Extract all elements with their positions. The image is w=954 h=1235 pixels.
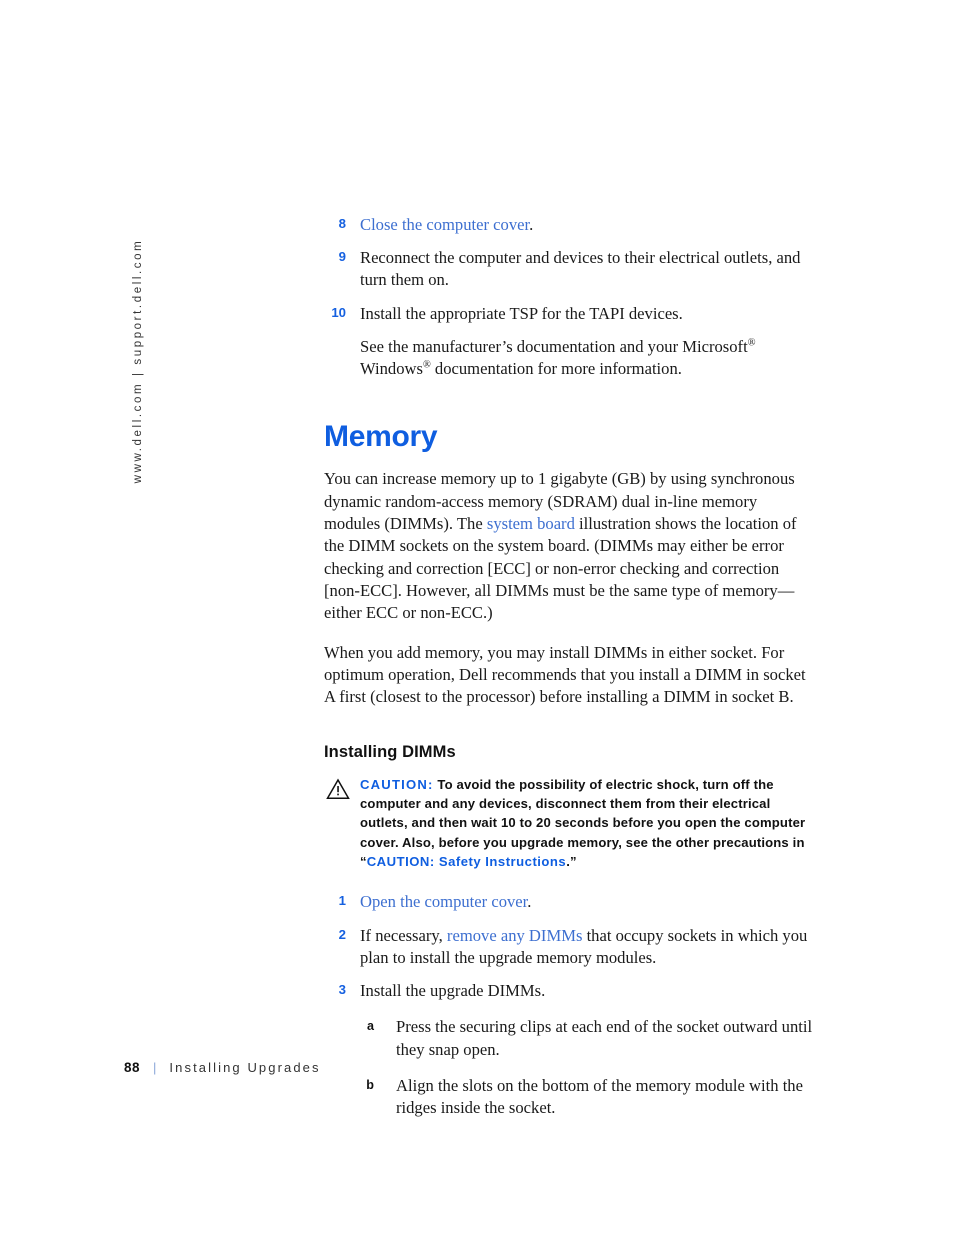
step-punctuation: .	[527, 892, 532, 912]
footer-chapter-label: Installing Upgrades	[169, 1060, 321, 1075]
caution-body-part-2: .”	[566, 854, 577, 870]
continuation-part-2: Windows	[360, 359, 423, 379]
registered-mark-icon: ®	[422, 359, 431, 371]
continuation-part-1: See the manufacturer’s documentation and…	[360, 336, 748, 356]
step-item: 8 Close the computer cover.	[324, 214, 816, 236]
substep-list: a Press the securing clips at each end o…	[324, 1016, 816, 1119]
footer-separator: |	[153, 1060, 157, 1075]
page-content: 8 Close the computer cover. 9 Reconnect …	[324, 214, 816, 1119]
footer-page-number: 88	[124, 1060, 141, 1075]
substep-letter: a	[366, 1019, 374, 1034]
installing-dimms-step-list: 1 Open the computer cover. 2 If necessar…	[324, 891, 816, 1119]
side-rail-url-text: www.dell.com | support.dell.com	[132, 238, 144, 484]
step-punctuation: .	[529, 215, 534, 234]
step-item: 10 Install the appropriate TSP for the T…	[324, 303, 816, 325]
continuation-part-3: documentation for more information.	[430, 359, 682, 379]
step-text: Install the upgrade DIMMs.	[360, 981, 546, 1001]
substep-item: a Press the securing clips at each end o…	[360, 1016, 816, 1060]
step-item: 1 Open the computer cover.	[324, 891, 816, 913]
step-text: Open the computer cover.	[360, 891, 816, 913]
step-item: 2 If necessary, remove any DIMMs that oc…	[324, 925, 816, 969]
step-number: 3	[338, 982, 346, 998]
subsection-heading-installing-dimms: Installing DIMMs	[324, 742, 456, 761]
open-computer-cover-link[interactable]: Open the computer cover	[360, 892, 527, 911]
close-computer-cover-link[interactable]: Close the computer cover	[360, 215, 529, 234]
warning-triangle-icon	[326, 778, 350, 800]
page-footer: 88 | Installing Upgrades	[124, 1060, 321, 1075]
caution-block: CAUTION: To avoid the possibility of ele…	[324, 775, 816, 872]
step-text: If necessary, remove any DIMMs that occu…	[360, 925, 816, 969]
caution-label: CAUTION:	[360, 776, 434, 792]
continued-step-list: 8 Close the computer cover. 9 Reconnect …	[324, 214, 816, 380]
system-board-link[interactable]: system board	[487, 514, 575, 533]
step-text: Install the appropriate TSP for the TAPI…	[360, 303, 683, 323]
memory-paragraph-1: You can increase memory up to 1 gigabyte…	[324, 468, 816, 624]
substep-item: b Align the slots on the bottom of the m…	[360, 1075, 816, 1119]
step-number: 10	[331, 304, 346, 320]
caution-text: CAUTION: To avoid the possibility of ele…	[360, 775, 816, 872]
step-text: Close the computer cover.	[360, 214, 816, 236]
side-rail: www.dell.com | support.dell.com	[0, 0, 144, 1235]
step-item: 3 Install the upgrade DIMMs.	[324, 980, 816, 1002]
remove-any-dimms-link[interactable]: remove any DIMMs	[447, 926, 583, 945]
memory-paragraph-2: When you add memory, you may install DIM…	[324, 642, 806, 707]
step-number: 9	[338, 249, 346, 265]
step-continuation-text: See the manufacturer’s documentation and…	[324, 336, 816, 380]
substep-text: Press the securing clips at each end of …	[396, 1017, 813, 1059]
step-number: 2	[338, 926, 346, 942]
registered-mark-icon: ®	[747, 337, 756, 349]
step-text-pre: If necessary,	[360, 925, 447, 945]
safety-instructions-link[interactable]: CAUTION: Safety Instructions	[367, 854, 567, 869]
step-number: 1	[338, 893, 346, 909]
step-item: 9 Reconnect the computer and devices to …	[324, 247, 816, 291]
substep-letter: b	[366, 1077, 374, 1092]
section-heading-memory: Memory	[324, 420, 438, 454]
step-number: 8	[338, 216, 346, 231]
step-text: Reconnect the computer and devices to th…	[360, 248, 801, 290]
substep-text: Align the slots on the bottom of the mem…	[396, 1075, 803, 1118]
